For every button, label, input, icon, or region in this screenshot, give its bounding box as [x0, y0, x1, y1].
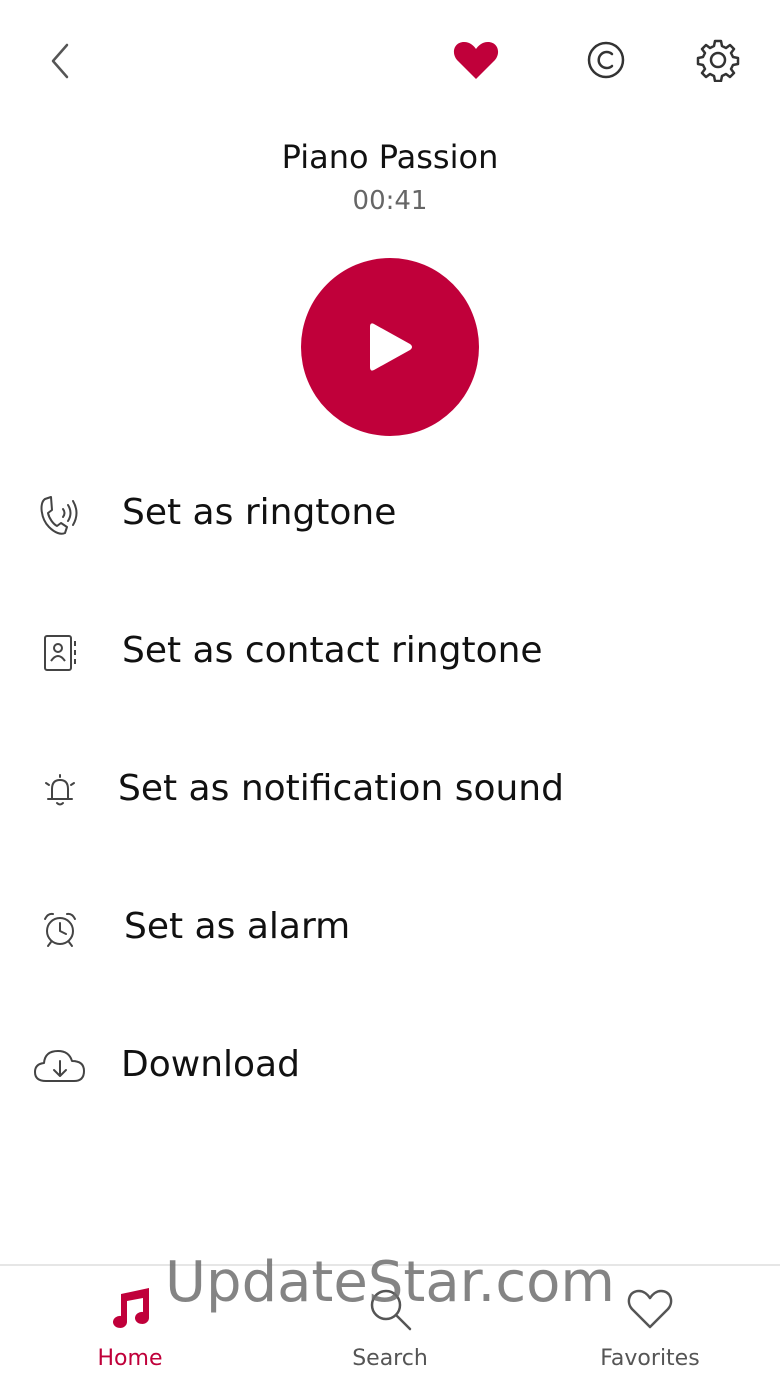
nav-home-label: Home — [97, 1346, 163, 1371]
back-button[interactable] — [30, 36, 90, 86]
set-as-notification-sound-button[interactable]: Set as notification sound — [0, 746, 780, 836]
set-as-notification-sound-label: Set as notification sound — [118, 768, 564, 809]
nav-search-label: Search — [352, 1346, 428, 1371]
gear-icon — [696, 39, 740, 82]
top-bar — [0, 0, 780, 120]
bottom-navigation: Home Search Favorites — [0, 1264, 780, 1386]
set-as-contact-ringtone-button[interactable]: Set as contact ringtone — [0, 608, 780, 698]
music-note-icon — [30, 1284, 230, 1334]
heart-outline-icon — [550, 1284, 750, 1334]
cloud-download-icon — [30, 1042, 90, 1092]
track-duration: 00:41 — [352, 186, 428, 216]
nav-favorites[interactable]: Favorites — [550, 1266, 750, 1386]
copyright-button[interactable] — [576, 30, 636, 90]
set-as-alarm-label: Set as alarm — [124, 906, 351, 947]
favorite-button[interactable] — [446, 30, 506, 90]
track-title: Piano Passion — [281, 138, 499, 176]
copyright-icon — [587, 41, 625, 79]
play-button[interactable] — [301, 258, 479, 436]
play-icon — [370, 323, 412, 371]
bell-icon — [30, 766, 90, 816]
heart-filled-icon — [453, 42, 499, 79]
contact-card-icon — [30, 628, 90, 678]
set-as-alarm-button[interactable]: Set as alarm — [0, 884, 780, 974]
chevron-left-icon — [51, 43, 69, 79]
download-button[interactable]: Download — [0, 1022, 780, 1112]
nav-favorites-label: Favorites — [600, 1346, 700, 1371]
phone-ringing-icon — [30, 490, 90, 540]
alarm-clock-icon — [30, 904, 90, 954]
search-icon — [290, 1284, 490, 1334]
settings-button[interactable] — [688, 30, 748, 90]
set-as-ringtone-button[interactable]: Set as ringtone — [0, 470, 780, 560]
set-as-ringtone-label: Set as ringtone — [122, 492, 397, 533]
download-label: Download — [121, 1044, 300, 1085]
nav-search[interactable]: Search — [290, 1266, 490, 1386]
nav-home[interactable]: Home — [30, 1266, 230, 1386]
set-as-contact-ringtone-label: Set as contact ringtone — [122, 630, 543, 671]
